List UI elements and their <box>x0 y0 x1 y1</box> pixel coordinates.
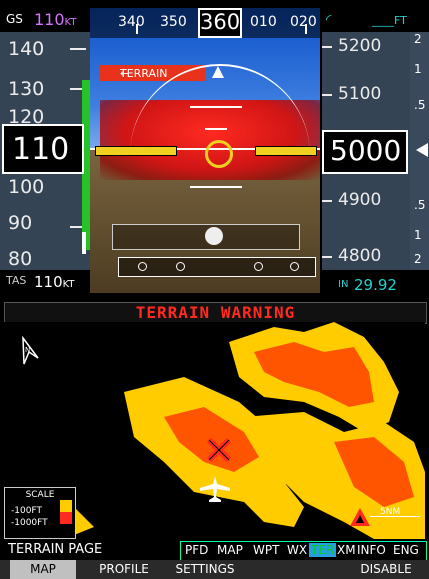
course-deviation-box <box>118 257 316 277</box>
page-group-selector: PFD MAP WPT WX TER XM INFO ENG <box>180 541 427 561</box>
cdi-dot-icon <box>176 262 185 271</box>
airspeed-readout-box: 110 <box>2 124 84 174</box>
heading-label: 340 <box>118 14 145 30</box>
selected-altitude-box: ◜ ____FT <box>322 8 429 32</box>
cdi-dot-icon <box>138 262 147 271</box>
altitude-tick <box>322 256 332 258</box>
pitch-line <box>190 106 242 108</box>
heading-current-box: 360 <box>198 8 242 38</box>
pitch-line <box>190 186 242 188</box>
altitude-tape-label: 4900 <box>338 190 382 210</box>
page-group-pfd[interactable]: PFD <box>185 543 208 557</box>
baro-setting: 29.92 IN <box>338 276 397 293</box>
svg-text:N: N <box>25 346 30 354</box>
altitude-tape-label: 5100 <box>338 84 382 104</box>
tas-label: TAS <box>6 274 27 287</box>
airspeed-tape-label: 130 <box>8 78 45 100</box>
page-name-box: TERRAIN PAGE <box>4 541 179 559</box>
range-bar <box>370 516 420 517</box>
altitude-bug-icon: ◜ <box>326 12 332 28</box>
north-arrow-icon: N <box>22 336 39 365</box>
airspeed-tick <box>70 48 86 50</box>
altitude-tick <box>322 94 332 96</box>
groundspeed-value: 110KT <box>34 10 77 29</box>
softkey-profile[interactable]: PROFILE <box>88 560 160 579</box>
airspeed-tape-label: 140 <box>8 38 45 60</box>
scale-line-1000ft: -1000FT <box>11 518 48 528</box>
scale-yellow-swatch <box>60 500 72 512</box>
page-group-info[interactable]: INFO <box>357 543 386 557</box>
heading-current: 360 <box>200 10 241 34</box>
terrain-warning-banner: TERRAIN WARNING <box>4 302 427 324</box>
vsi-label: .5 <box>414 198 426 212</box>
ownship-aircraft-icon <box>200 476 230 502</box>
altitude-readout: 5000 <box>330 134 402 167</box>
airspeed-white-arc <box>82 232 86 254</box>
airspeed-tape-label: 90 <box>8 212 33 234</box>
scale-line-100ft: -100FT <box>11 506 42 516</box>
softkey-disable[interactable]: DISABLE <box>350 560 422 579</box>
airspeed-readout: 110 <box>12 132 70 167</box>
airspeed-tape-label: 100 <box>8 176 45 198</box>
softkey-map[interactable]: MAP <box>10 560 76 579</box>
terrain-warning-text: TERRAIN WARNING <box>135 303 296 322</box>
page-group-wx[interactable]: WX <box>287 543 307 557</box>
obstacle-warning-icon <box>350 508 370 526</box>
primary-flight-display: 340 350 360 010 020 ← TERRAIN GS 110KT 1… <box>0 0 429 293</box>
scale-title: SCALE <box>25 490 55 500</box>
flight-path-marker-icon <box>205 140 233 168</box>
softkey-settings[interactable]: SETTINGS <box>166 560 244 579</box>
altitude-tape-label: 5200 <box>338 36 382 56</box>
vsi-label: 2 <box>414 32 422 46</box>
altitude-tick <box>322 46 332 48</box>
selected-altitude: ____FT <box>372 14 407 27</box>
softkey-bar: MAP PROFILE SETTINGS DISABLE <box>0 560 429 579</box>
altitude-readout-box: 5000 <box>322 130 408 174</box>
vsi-label: .5 <box>414 98 426 112</box>
altitude-tape-label: 4800 <box>338 246 382 266</box>
heading-label: 020 <box>290 14 317 30</box>
altitude-tick <box>322 200 332 202</box>
groundspeed-box: GS 110KT <box>0 8 90 32</box>
heading-tick <box>136 24 138 34</box>
page-group-xm[interactable]: XM <box>337 543 356 557</box>
tas-value: 110KT <box>34 273 75 291</box>
vsi-pointer-icon <box>416 143 428 157</box>
pitch-line <box>205 128 227 130</box>
terrain-obstacle-icon <box>206 437 232 463</box>
aircraft-wing-right <box>255 146 317 156</box>
scale-red-swatch <box>60 512 72 524</box>
baro-setting-box: 29.92 IN <box>322 270 410 293</box>
heading-label: 350 <box>160 14 187 30</box>
terrain-annunciation-text: TERRAIN <box>120 67 168 80</box>
page-group-ter[interactable]: TER <box>309 543 337 557</box>
aircraft-wing-left <box>95 146 177 156</box>
page-group-eng[interactable]: ENG <box>393 543 419 557</box>
cdi-dot-icon <box>254 262 263 271</box>
airspeed-tape-label: 80 <box>8 248 33 270</box>
slip-skid-ball-icon <box>205 227 223 245</box>
page-name: TERRAIN PAGE <box>8 542 103 557</box>
vsi-label: 2 <box>414 252 422 266</box>
page-group-wpt[interactable]: WPT <box>253 543 279 557</box>
cdi-dot-icon <box>290 262 299 271</box>
heading-tick <box>305 24 307 34</box>
groundspeed-label: GS <box>6 12 23 26</box>
true-airspeed-box: TAS 110KT <box>0 270 90 293</box>
vsi-label: 1 <box>414 228 422 242</box>
vsi-label: 1 <box>414 62 422 76</box>
heading-label: 010 <box>250 14 277 30</box>
page-group-map[interactable]: MAP <box>217 543 243 557</box>
